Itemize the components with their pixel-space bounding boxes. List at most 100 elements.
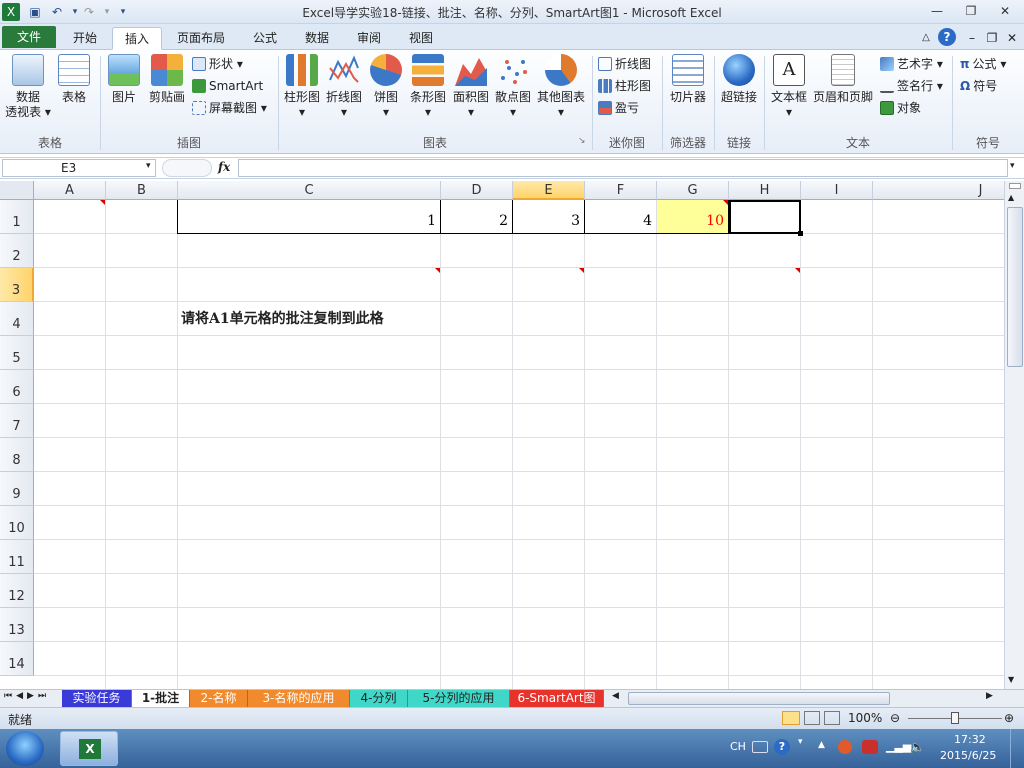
sheet-tab[interactable]: 4-分列 [350, 690, 408, 707]
cell-c1[interactable]: 1 [178, 200, 440, 233]
normal-view-icon[interactable] [782, 711, 800, 725]
tray-options-icon[interactable]: ▾ [798, 737, 803, 747]
row-header[interactable]: 1 [0, 200, 34, 234]
hscroll-right-icon[interactable]: ▶ [986, 691, 993, 701]
tab-page-layout[interactable]: 页面布局 [168, 27, 234, 50]
page-break-view-icon[interactable] [824, 711, 840, 725]
line-chart-button[interactable]: 折线图 ▾ [324, 54, 364, 120]
hyperlink-button[interactable]: 超链接 [716, 54, 762, 105]
help-icon[interactable]: ? [938, 28, 956, 46]
vertical-scrollbar[interactable]: ▲ ▼ [1004, 181, 1024, 689]
column-chart-button[interactable]: 柱形图 ▾ [282, 54, 322, 120]
cell-e1[interactable]: 3 [513, 200, 584, 233]
cell-d1[interactable]: 2 [441, 200, 512, 233]
shapes-button[interactable]: 形状 ▾ [192, 54, 243, 74]
close-button[interactable]: ✕ [992, 2, 1018, 20]
row-header[interactable]: 12 [0, 574, 34, 608]
sheet-tab[interactable]: 2-名称 [190, 690, 248, 707]
split-handle[interactable] [1009, 183, 1021, 189]
header-footer-button[interactable]: 页眉和页脚 [812, 54, 874, 105]
cell-c4[interactable]: 请将A1单元格的批注复制到此格 [181, 308, 441, 328]
scatter-chart-button[interactable]: 散点图 ▾ [492, 54, 534, 120]
tab-home[interactable]: 开始 [62, 27, 108, 50]
page-layout-view-icon[interactable] [804, 711, 820, 725]
pie-chart-button[interactable]: 饼图 ▾ [366, 54, 406, 120]
sheet-nav-icon[interactable]: ⏮◀▶⏭ [4, 691, 50, 701]
smartart-button[interactable]: SmartArt [192, 76, 263, 96]
security-tray-icon[interactable] [838, 740, 852, 754]
hscroll-thumb[interactable] [628, 692, 890, 705]
row-header[interactable]: 2 [0, 234, 34, 268]
help-tray-icon[interactable]: ? [774, 739, 790, 755]
bar-chart-button[interactable]: 条形图 ▾ [408, 54, 448, 120]
comment-indicator-icon[interactable] [435, 268, 440, 273]
volume-icon[interactable]: 🔈 [910, 740, 925, 754]
expand-formula-icon[interactable]: ▾ [1010, 161, 1015, 171]
area-chart-button[interactable]: 面积图 ▾ [450, 54, 492, 120]
sheet-tab[interactable]: 3-名称的应用 [248, 690, 350, 707]
ribbon-collapse-icon[interactable]: △ [918, 27, 934, 50]
row-header[interactable]: 6 [0, 370, 34, 404]
comment-indicator-icon[interactable] [795, 268, 800, 273]
workbook-restore-icon[interactable]: ❐ [984, 27, 1000, 50]
column-header[interactable]: H [729, 181, 801, 200]
tab-formulas[interactable]: 公式 [242, 27, 288, 50]
scroll-thumb[interactable] [1007, 207, 1023, 367]
select-all-corner[interactable] [0, 181, 34, 200]
sheet-tab-active[interactable]: 1-批注 [132, 690, 190, 707]
column-header[interactable]: A [34, 181, 106, 200]
tab-insert[interactable]: 插入 [112, 27, 162, 50]
comment-indicator-icon[interactable] [100, 200, 105, 205]
network-warning-icon[interactable] [862, 740, 878, 754]
restore-button[interactable]: ❐ [958, 2, 984, 20]
name-box[interactable]: E3 [2, 159, 156, 177]
input-language[interactable]: CH [730, 740, 746, 753]
scroll-up-icon[interactable]: ▲ [1008, 193, 1014, 202]
sparkline-line-button[interactable]: 折线图 [598, 54, 651, 74]
sheet-tab[interactable]: 6-SmartArt图 [510, 690, 604, 707]
formula-input[interactable] [238, 159, 1008, 177]
row-header[interactable]: 14 [0, 642, 34, 676]
object-button[interactable]: 对象 [880, 98, 921, 118]
fill-handle[interactable] [798, 231, 803, 236]
zoom-out-icon[interactable]: ⊖ [890, 711, 900, 725]
row-header[interactable]: 11 [0, 540, 34, 574]
row-header[interactable]: 7 [0, 404, 34, 438]
scroll-down-icon[interactable]: ▼ [1008, 675, 1014, 684]
tab-data[interactable]: 数据 [294, 27, 340, 50]
column-header-selected[interactable]: E [513, 181, 585, 200]
wordart-button[interactable]: 艺术字 ▾ [880, 54, 943, 74]
column-header[interactable]: I [801, 181, 873, 200]
column-header[interactable]: F [585, 181, 657, 200]
minimize-button[interactable]: — [924, 2, 950, 20]
pivot-table-button[interactable]: 数据 透视表 ▾ [4, 54, 52, 120]
row-header-selected[interactable]: 3 [0, 268, 34, 302]
sparkline-column-button[interactable]: 柱形图 [598, 76, 651, 96]
insert-function-icon[interactable]: fx [218, 160, 230, 174]
cell-g1[interactable]: 10 [657, 200, 728, 233]
column-header[interactable]: D [441, 181, 513, 200]
row-header[interactable]: 8 [0, 438, 34, 472]
workbook-minimize-icon[interactable]: – [964, 27, 980, 50]
signal-icon[interactable]: ▁▃▅ [886, 740, 911, 753]
equation-button[interactable]: π 公式 ▾ [960, 54, 1006, 74]
tab-file[interactable]: 文件 [2, 26, 56, 48]
clock-date[interactable]: 2015/6/25 [940, 749, 996, 762]
sheet-tab[interactable]: 实验任务 [62, 690, 132, 707]
keyboard-icon[interactable] [752, 741, 768, 753]
sparkline-winloss-button[interactable]: 盈亏 [598, 98, 639, 118]
tab-view[interactable]: 视图 [398, 27, 444, 50]
taskbar-excel-button[interactable]: X [60, 731, 118, 766]
zoom-slider-thumb[interactable] [951, 712, 959, 724]
picture-button[interactable]: 图片 [104, 54, 144, 105]
row-header[interactable]: 5 [0, 336, 34, 370]
hscroll-left-icon[interactable]: ◀ [612, 691, 619, 701]
workbook-close-icon[interactable]: ✕ [1004, 27, 1020, 50]
column-header[interactable]: G [657, 181, 729, 200]
textbox-button[interactable]: A 文本框 ▾ [768, 54, 810, 120]
clock-time[interactable]: 17:32 [954, 733, 986, 746]
signature-line-button[interactable]: 签名行 ▾ [880, 76, 943, 96]
row-header[interactable]: 13 [0, 608, 34, 642]
column-header[interactable]: B [106, 181, 178, 200]
column-header[interactable]: C [178, 181, 441, 200]
